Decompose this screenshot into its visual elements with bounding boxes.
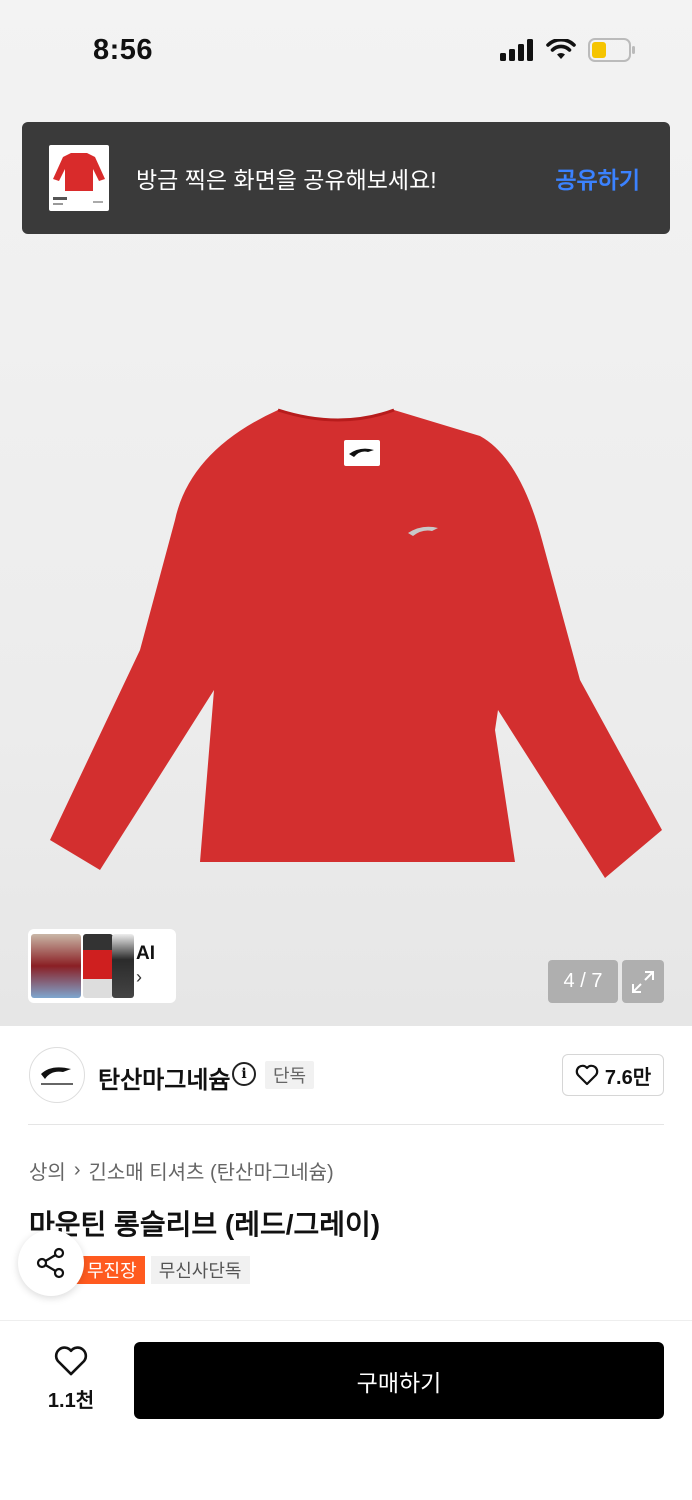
image-counter: 4 / 7 (548, 960, 618, 1003)
breadcrumb-subcategory[interactable]: 긴소매 티셔츠 (탄산마그네슘) (88, 1156, 333, 1185)
brand-logo[interactable] (29, 1047, 85, 1103)
wishlist-button[interactable]: 1.1천 (40, 1345, 102, 1413)
ai-thumbnails (28, 929, 136, 1003)
product-image (50, 408, 662, 878)
brand-like-button[interactable]: 7.6만 (562, 1054, 664, 1096)
status-icons (500, 38, 636, 62)
divider (28, 1124, 664, 1125)
ai-label: AI (136, 943, 155, 964)
screenshot-thumbnail[interactable] (49, 145, 109, 211)
brand-name[interactable]: 탄산마그네슘 (98, 1060, 230, 1095)
buy-button[interactable]: 구매하기 (134, 1342, 664, 1419)
toast-message: 방금 찍은 화면을 공유해보세요! (136, 167, 437, 193)
brand-like-count: 7.6만 (604, 1066, 652, 1089)
signal-icon (500, 39, 533, 61)
breadcrumb: 상의 › 긴소매 티셔츠 (탄산마그네슘) (29, 1156, 334, 1185)
musinsa-exclusive-badge: 무신사단독 (150, 1256, 250, 1284)
share-toast: 방금 찍은 화면을 공유해보세요! 공유하기 (22, 122, 670, 234)
product-title: 마운틴 롱슬리브 (레드/그레이) (29, 1209, 381, 1240)
ai-styling-card[interactable]: AI › (28, 929, 176, 1003)
chevron-right-icon: › (73, 1159, 81, 1181)
breadcrumb-category[interactable]: 상의 (29, 1156, 66, 1185)
share-icon (36, 1247, 65, 1279)
battery-icon (588, 38, 635, 62)
wifi-icon (546, 39, 576, 59)
expand-icon (632, 970, 654, 993)
status-time: 8:56 (93, 34, 154, 66)
share-button[interactable] (18, 1230, 84, 1296)
product-gallery[interactable]: 8:56 방금 찍은 화면을 공유해보세요! 공유하기 AI › 4 / 7 (0, 0, 692, 1026)
heart-icon (575, 1064, 599, 1086)
exclusive-badge: 단독 (265, 1061, 315, 1089)
wishlist-count: 1.1천 (47, 1390, 95, 1412)
brand-logo-mark (41, 1067, 73, 1085)
expand-button[interactable] (622, 960, 664, 1003)
toast-share-button[interactable]: 공유하기 (555, 161, 640, 195)
heart-icon (54, 1346, 88, 1376)
info-icon[interactable]: i (232, 1062, 256, 1086)
chevron-right-icon: › (136, 967, 142, 987)
